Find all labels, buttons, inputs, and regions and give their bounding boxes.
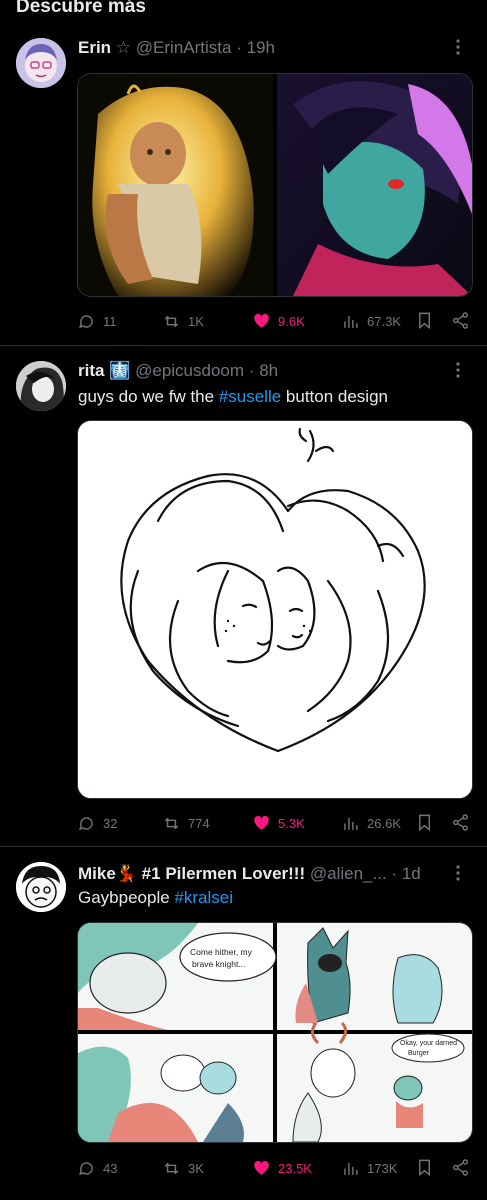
reply-icon	[79, 1161, 93, 1175]
display-name[interactable]: rita	[78, 361, 104, 380]
timestamp[interactable]: 1d	[402, 864, 421, 883]
repost-icon	[164, 817, 179, 829]
separator-dot: ·	[236, 38, 242, 57]
like-button[interactable]: 5.3K	[252, 811, 305, 835]
comic-panels[interactable]: Come hither, my brave knight... Okay, yo…	[78, 923, 472, 1142]
reply-icon	[79, 314, 93, 328]
tweet-text-plain: Gaybpeople	[78, 888, 175, 907]
reply-count: 11	[103, 313, 117, 329]
tweet-header: Erin ☆ @ErinArtista · 19h	[78, 38, 275, 60]
reply-button[interactable]: 32	[77, 811, 117, 835]
reply-button[interactable]: 43	[77, 1156, 117, 1180]
tweet-text-after: button design	[281, 387, 388, 406]
tweet-text: Gaybpeople #kralsei	[78, 888, 233, 908]
like-count: 5.3K	[278, 815, 305, 831]
reply-icon	[79, 816, 93, 830]
reply-count: 32	[103, 815, 118, 831]
heart-icon	[254, 1160, 269, 1175]
media-grid[interactable]	[77, 73, 473, 297]
timestamp[interactable]: 8h	[259, 361, 278, 380]
more-icon[interactable]	[449, 864, 467, 886]
hashtag-link[interactable]: #suselle	[219, 387, 281, 406]
display-name[interactable]: Mike💃 #1 Pilermen Lover!!!	[78, 864, 305, 883]
bookmark-icon[interactable]	[415, 1158, 434, 1177]
bookmark-icon[interactable]	[415, 311, 434, 330]
views-icon	[344, 315, 358, 328]
handle[interactable]: @epicusdoom	[135, 361, 244, 380]
tweet-header: Mike💃 #1 Pilermen Lover!!! @alien_... · …	[78, 864, 421, 886]
artwork-image[interactable]	[78, 74, 472, 296]
bookmark-icon[interactable]	[415, 813, 434, 832]
like-count: 23.5K	[278, 1160, 312, 1176]
tweet-2[interactable]: rita 🩻 @epicusdoom · 8h guys do we fw th…	[0, 346, 487, 846]
action-bar: 11 1K 9.6K 67.3K	[77, 309, 473, 333]
repost-icon	[164, 1162, 179, 1174]
repost-count: 774	[188, 815, 210, 831]
media-grid[interactable]: Come hither, my brave knight... Okay, yo…	[77, 922, 473, 1143]
heart-icon	[254, 815, 269, 830]
avatar[interactable]	[16, 38, 66, 88]
reply-button[interactable]: 11	[77, 309, 117, 333]
more-icon[interactable]	[449, 38, 467, 60]
timestamp[interactable]: 19h	[247, 38, 275, 57]
repost-icon	[164, 315, 179, 327]
badge-icon: ☆	[115, 38, 132, 57]
tweet-header: rita 🩻 @epicusdoom · 8h	[78, 361, 278, 383]
section-title: Descubre más	[16, 0, 146, 17]
action-bar: 43 3K 23.5K 173K	[77, 1156, 473, 1180]
views-button[interactable]: 173K	[341, 1156, 397, 1180]
separator-dot: ·	[391, 864, 398, 883]
repost-count: 3K	[188, 1160, 204, 1176]
handle[interactable]: @ErinArtista	[136, 38, 232, 57]
repost-button[interactable]: 3K	[162, 1156, 204, 1180]
share-icon[interactable]	[451, 813, 470, 832]
reply-count: 43	[103, 1160, 118, 1176]
views-icon	[344, 1162, 358, 1175]
tweet-1[interactable]: Erin ☆ @ErinArtista · 19h 11 1K 9.6K 67.…	[0, 30, 487, 345]
avatar[interactable]	[16, 361, 66, 411]
like-count: 9.6K	[278, 313, 305, 329]
hashtag-link[interactable]: #kralsei	[174, 888, 233, 907]
views-button[interactable]: 26.6K	[341, 811, 401, 835]
view-count: 26.6K	[367, 815, 401, 831]
repost-button[interactable]: 1K	[162, 309, 204, 333]
share-icon[interactable]	[451, 1158, 470, 1177]
repost-button[interactable]: 774	[162, 811, 210, 835]
tweet-text-plain: guys do we fw the	[78, 387, 219, 406]
handle[interactable]: @alien_...	[310, 864, 387, 883]
view-count: 67.3K	[367, 313, 401, 329]
tweet-3[interactable]: Mike💃 #1 Pilermen Lover!!! @alien_... · …	[0, 847, 487, 1200]
like-button[interactable]: 23.5K	[252, 1156, 312, 1180]
repost-count: 1K	[188, 313, 204, 329]
action-bar: 32 774 5.3K 26.6K	[77, 811, 473, 835]
media-image[interactable]	[77, 420, 473, 799]
heart-icon	[254, 313, 269, 328]
views-button[interactable]: 67.3K	[341, 309, 401, 333]
views-icon	[344, 817, 358, 830]
tweet-text: guys do we fw the #suselle button design	[78, 387, 388, 407]
view-count: 173K	[367, 1160, 398, 1176]
separator-dot: ·	[248, 361, 255, 380]
like-button[interactable]: 9.6K	[252, 309, 305, 333]
share-icon[interactable]	[451, 311, 470, 330]
badge-icon: 🩻	[109, 361, 131, 380]
display-name[interactable]: Erin	[78, 38, 111, 57]
artwork-image[interactable]	[78, 421, 472, 798]
more-icon[interactable]	[449, 361, 467, 383]
avatar[interactable]	[16, 862, 66, 912]
